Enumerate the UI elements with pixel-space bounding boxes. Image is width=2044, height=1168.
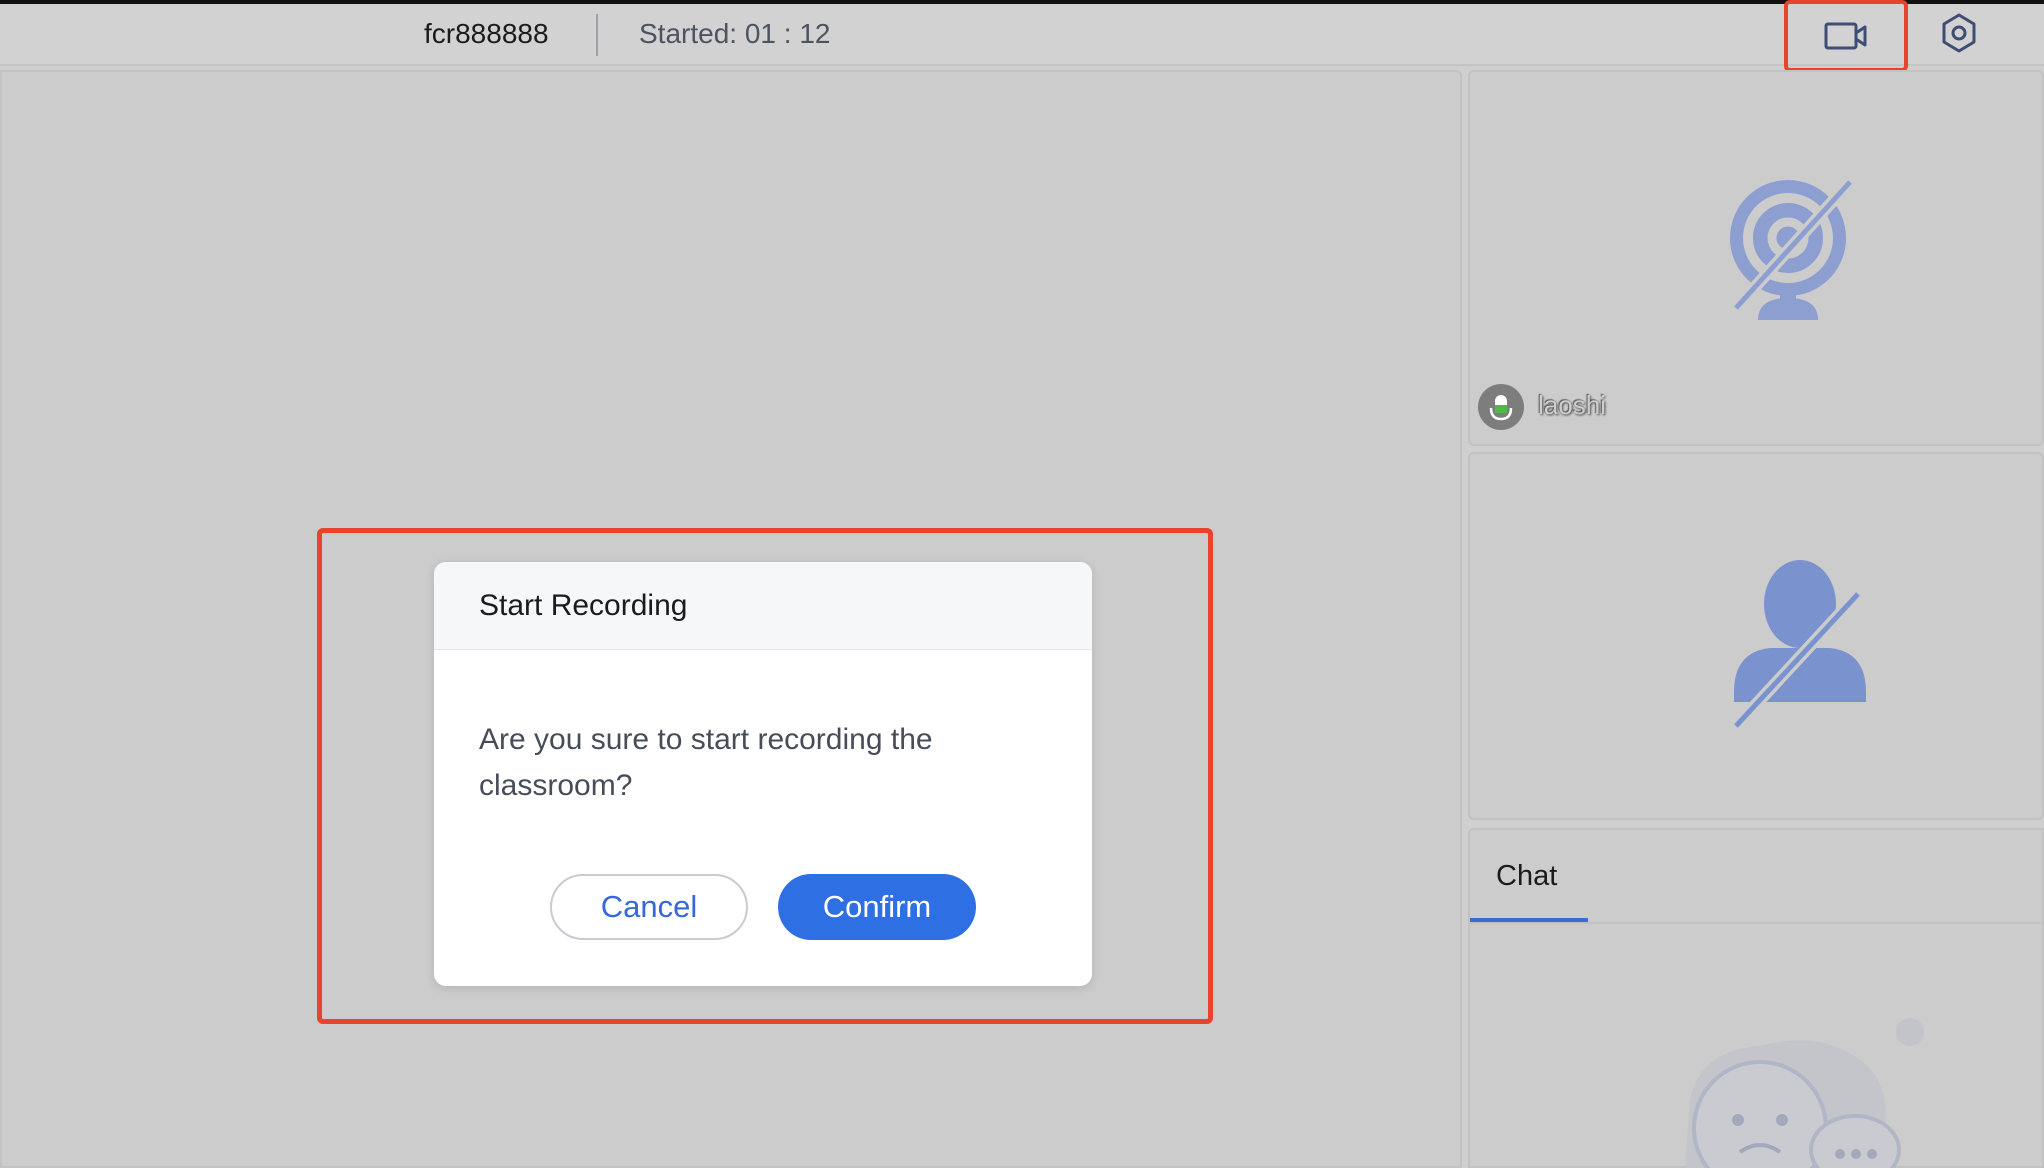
classroom-header: fcr888888 Started: 01 : 12 bbox=[0, 4, 2044, 66]
dialog-title: Start Recording bbox=[479, 588, 688, 622]
empty-chat-icon bbox=[1685, 1018, 1924, 1168]
teacher-name: laoshi bbox=[1538, 390, 1606, 420]
camera-off-icon bbox=[1730, 177, 1855, 320]
dialog-message: Are you sure to start recording the clas… bbox=[479, 723, 933, 802]
room-name: fcr888888 bbox=[424, 18, 549, 49]
teacher-mic-status bbox=[1478, 384, 1524, 430]
class-timer: Started: 01 : 12 bbox=[639, 18, 831, 49]
confirm-button[interactable]: Confirm bbox=[778, 874, 976, 940]
dialog-header: Start Recording bbox=[434, 562, 1092, 650]
record-button[interactable] bbox=[1784, 0, 1908, 72]
settings-hexagon-icon bbox=[1942, 13, 1976, 53]
chat-panel: Chat bbox=[1468, 828, 2044, 1168]
cancel-button[interactable]: Cancel bbox=[550, 874, 748, 940]
teacher-video-tile: laoshi bbox=[1468, 70, 2044, 446]
user-off-icon bbox=[1731, 560, 1866, 731]
start-recording-dialog: Start Recording Are you sure to start re… bbox=[434, 562, 1092, 986]
chat-tab-divider bbox=[1470, 922, 2044, 924]
header-divider bbox=[596, 14, 598, 56]
student-video-tile bbox=[1468, 452, 2044, 820]
microphone-icon bbox=[1489, 395, 1513, 421]
video-camera-icon bbox=[1824, 22, 1867, 50]
settings-button[interactable] bbox=[1934, 8, 1984, 58]
tab-chat[interactable]: Chat bbox=[1496, 860, 1557, 893]
